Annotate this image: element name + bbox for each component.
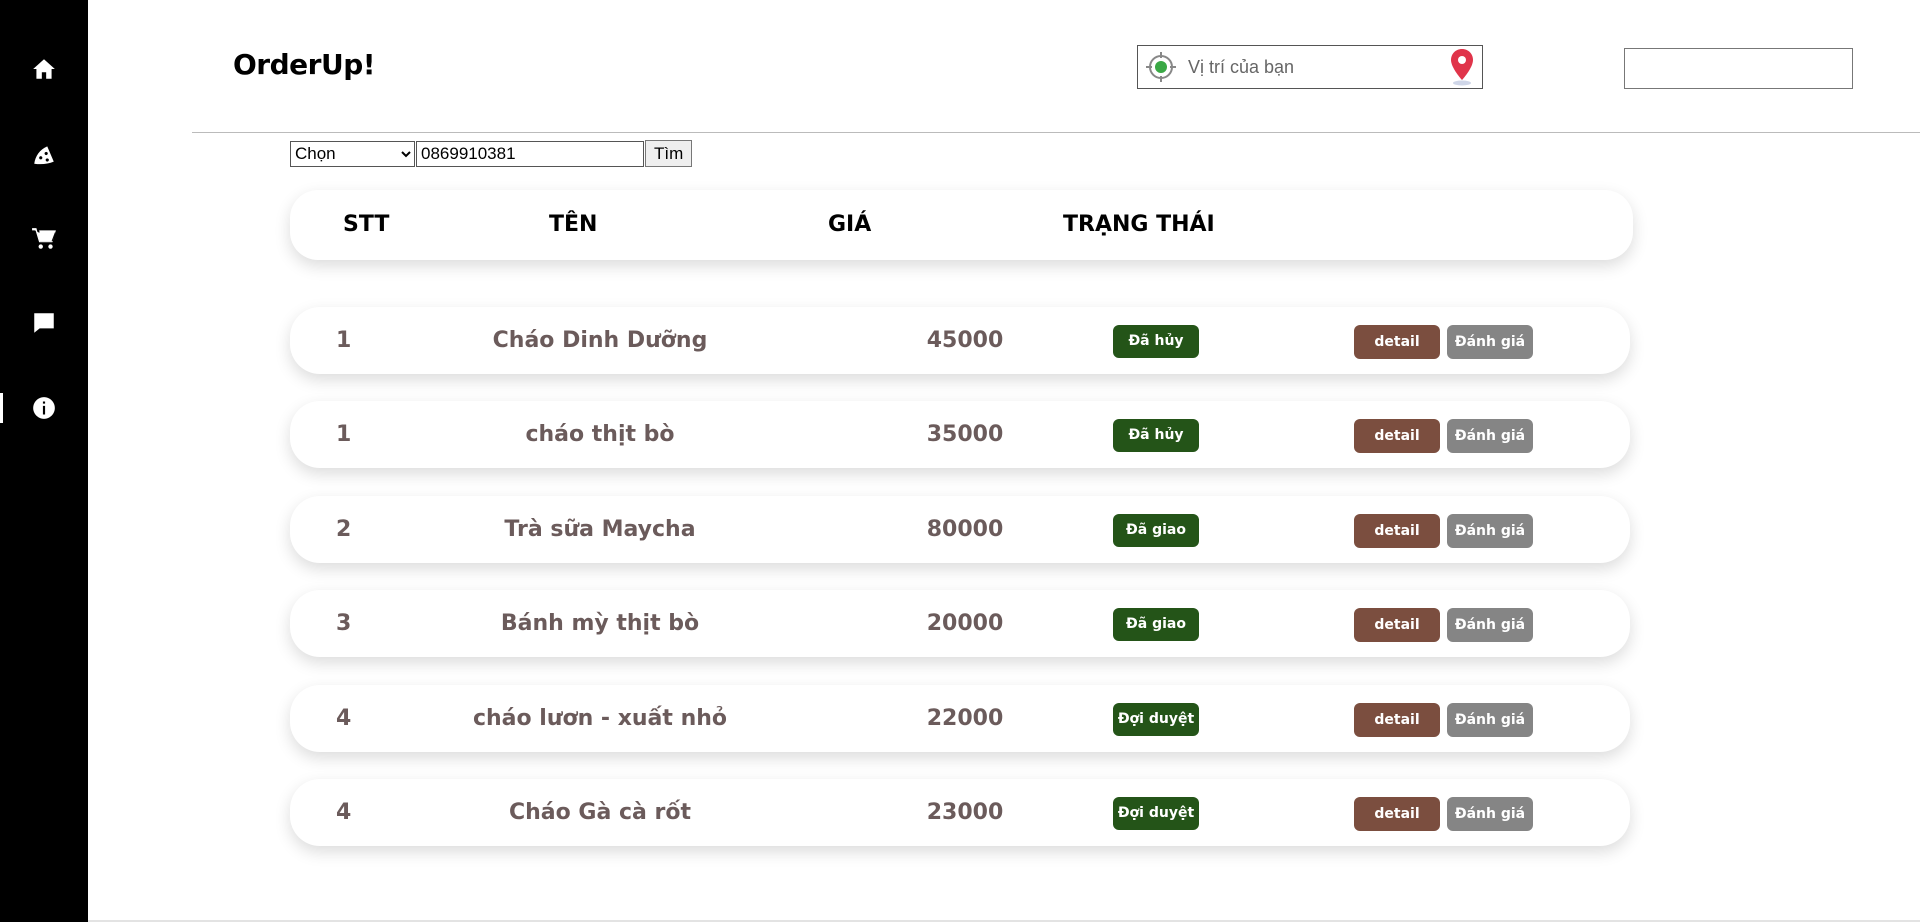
pizza-icon xyxy=(34,146,54,165)
sidebar-item-home[interactable] xyxy=(0,44,88,94)
row-price: 20000 xyxy=(926,611,1004,636)
row-name: cháo lươn - xuất nhỏ xyxy=(472,706,728,731)
rate-button[interactable]: Đánh giá xyxy=(1447,514,1533,548)
row-price: 80000 xyxy=(926,517,1004,542)
table-row: 3 Bánh mỳ thịt bò 20000 Đã giao detail Đ… xyxy=(290,590,1630,657)
sidebar-item-chat[interactable] xyxy=(0,298,88,348)
table-row: 4 Cháo Gà cà rốt 23000 Đợi duyệt detail … xyxy=(290,779,1630,846)
rate-button[interactable]: Đánh giá xyxy=(1447,797,1533,831)
table-row: 1 Cháo Dinh Dưỡng 45000 Đã hủy detail Đá… xyxy=(290,307,1630,374)
logo[interactable]: OrderUp! xyxy=(233,48,376,81)
location-input[interactable] xyxy=(1184,47,1442,87)
location-target-icon[interactable] xyxy=(1138,46,1184,88)
rate-button[interactable]: Đánh giá xyxy=(1447,608,1533,642)
rate-button[interactable]: Đánh giá xyxy=(1447,325,1533,359)
chat-icon xyxy=(34,313,54,333)
sidebar-item-menu[interactable] xyxy=(0,129,88,179)
detail-button[interactable]: detail xyxy=(1354,797,1440,831)
status-badge: Đợi duyệt xyxy=(1113,797,1199,830)
row-stt: 2 xyxy=(336,517,352,542)
detail-button[interactable]: detail xyxy=(1354,608,1440,642)
filter-select[interactable]: Chọn xyxy=(290,140,415,167)
sidebar xyxy=(0,0,88,922)
detail-button[interactable]: detail xyxy=(1354,325,1440,359)
filter-bar: Chọn Tìm xyxy=(290,140,693,167)
cart-icon xyxy=(32,228,56,249)
location-pin-icon[interactable] xyxy=(1442,46,1482,88)
rate-button[interactable]: Đánh giá xyxy=(1447,419,1533,453)
table-row: 4 cháo lươn - xuất nhỏ 22000 Đợi duyệt d… xyxy=(290,685,1630,752)
detail-button[interactable]: detail xyxy=(1354,703,1440,737)
phone-input[interactable] xyxy=(416,140,644,167)
sidebar-item-cart[interactable] xyxy=(0,214,88,264)
row-name: cháo thịt bò xyxy=(525,422,675,447)
status-badge: Đợi duyệt xyxy=(1113,703,1199,736)
header-search-input[interactable] xyxy=(1624,48,1853,89)
row-price: 35000 xyxy=(926,422,1004,447)
row-name: Cháo Dinh Dưỡng xyxy=(492,328,708,353)
detail-button[interactable]: detail xyxy=(1354,419,1440,453)
row-stt: 4 xyxy=(336,706,352,731)
status-badge: Đã hủy xyxy=(1113,325,1199,358)
table-row: 1 cháo thịt bò 35000 Đã hủy detail Đánh … xyxy=(290,401,1630,468)
header-status: TRẠNG THÁI xyxy=(1063,212,1215,237)
table-row: 2 Trà sữa Maycha 80000 Đã giao detail Đá… xyxy=(290,496,1630,563)
row-name: Trà sữa Maycha xyxy=(504,517,696,542)
home-icon xyxy=(33,59,55,79)
header-divider xyxy=(192,132,1920,133)
row-price: 22000 xyxy=(926,706,1004,731)
search-button[interactable]: Tìm xyxy=(645,140,693,167)
row-stt: 1 xyxy=(336,422,352,447)
info-icon xyxy=(33,397,55,419)
header-name: TÊN xyxy=(549,212,598,237)
detail-button[interactable]: detail xyxy=(1354,514,1440,548)
status-badge: Đã giao xyxy=(1113,514,1199,547)
status-badge: Đã hủy xyxy=(1113,419,1199,452)
sidebar-item-info[interactable] xyxy=(0,383,88,433)
rate-button[interactable]: Đánh giá xyxy=(1447,703,1533,737)
row-name: Bánh mỳ thịt bò xyxy=(500,611,700,636)
row-price: 23000 xyxy=(926,800,1004,825)
status-badge: Đã giao xyxy=(1113,608,1199,641)
row-name: Cháo Gà cà rốt xyxy=(508,800,691,825)
row-stt: 1 xyxy=(336,328,352,353)
header-stt: STT xyxy=(343,212,390,237)
row-stt: 4 xyxy=(336,800,352,825)
row-price: 45000 xyxy=(926,328,1004,353)
table-header: STT TÊN GIÁ TRẠNG THÁI xyxy=(290,190,1633,260)
header-price: GIÁ xyxy=(828,212,872,237)
location-field[interactable] xyxy=(1137,45,1483,89)
row-stt: 3 xyxy=(336,611,352,636)
